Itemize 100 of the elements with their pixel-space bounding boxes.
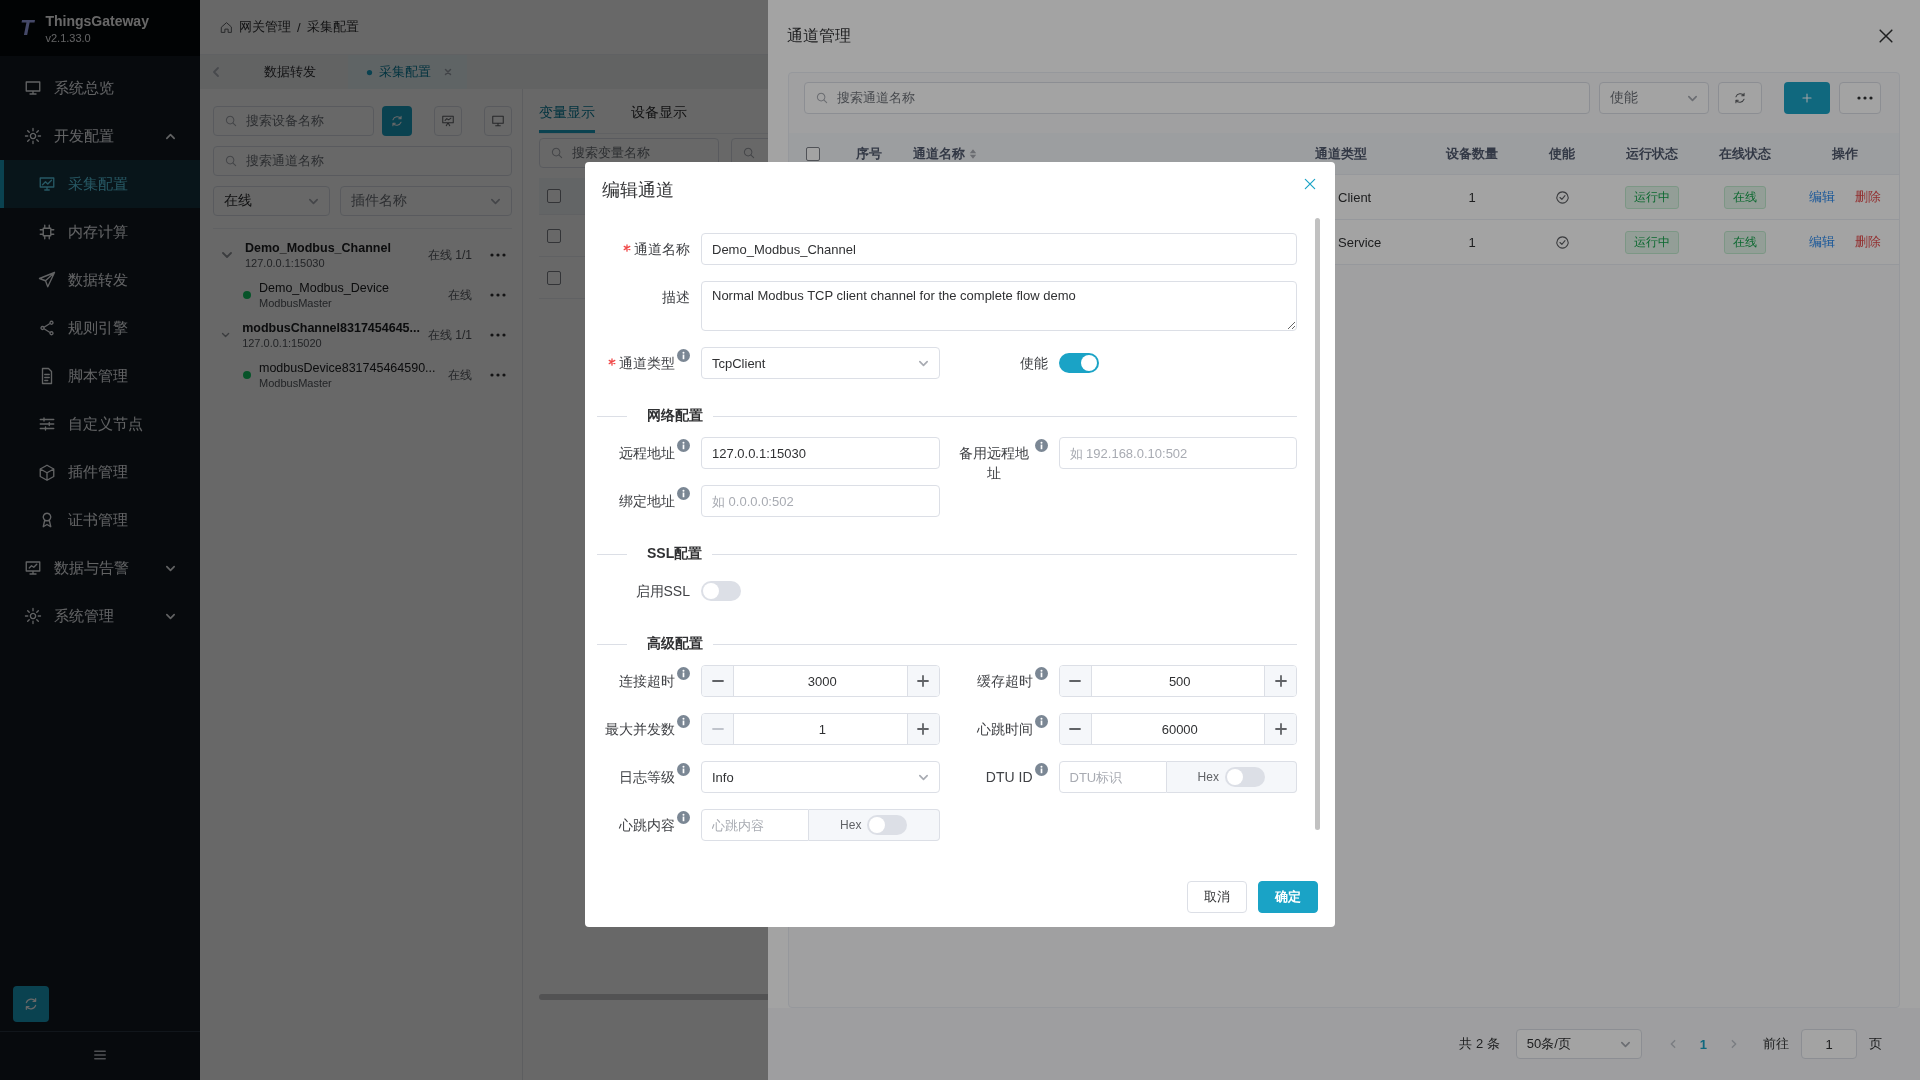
plus-icon [917, 675, 929, 687]
refresh-button[interactable] [1718, 82, 1762, 114]
monitor-icon [24, 559, 42, 577]
refresh-icon [390, 114, 405, 128]
device-item[interactable]: Demo_Modbus_Device ModbusMaster 在线 [213, 275, 512, 315]
gear-icon [24, 607, 42, 625]
page-tab[interactable]: 数据转发 [232, 55, 348, 89]
page-input[interactable]: 1 [1801, 1029, 1857, 1059]
delete-link[interactable]: 删除 [1855, 188, 1881, 206]
home-icon[interactable] [220, 20, 233, 34]
search-icon [815, 91, 829, 105]
sidebar-item[interactable]: 证书管理 [0, 496, 200, 544]
refresh-button[interactable] [382, 106, 413, 136]
more-icon[interactable] [490, 373, 506, 377]
toggle-switch[interactable] [1224, 767, 1265, 787]
page-size-select[interactable]: 50条/页 [1515, 1029, 1642, 1059]
number-stepper[interactable]: 500 [1058, 665, 1297, 697]
sidebar-item[interactable]: 数据与告警 [0, 544, 200, 592]
more-icon[interactable] [490, 333, 506, 337]
more-button[interactable] [1839, 82, 1881, 114]
text-field[interactable]: 127.0.0.1:15030 [701, 437, 940, 469]
channel-name: modbusChannel8317454645... [242, 321, 420, 335]
channel-item[interactable]: modbusChannel8317454645... 127.0.0.1:15020 在线 1/1 [213, 315, 512, 355]
checkbox[interactable] [547, 270, 561, 285]
info-icon[interactable] [677, 349, 690, 362]
text-field[interactable]: DTU标识 [1058, 761, 1167, 793]
chevron-down-icon[interactable] [221, 249, 233, 261]
select-field[interactable]: TcpClient [701, 347, 940, 379]
refresh-button[interactable] [13, 986, 49, 1022]
info-icon[interactable] [677, 667, 690, 680]
info-icon[interactable] [1034, 439, 1048, 452]
info-icon[interactable] [1034, 667, 1048, 680]
text-field[interactable]: 心跳内容 [701, 809, 809, 841]
checkbox[interactable] [547, 228, 561, 243]
field-label: 描述 [662, 288, 690, 307]
channel-address: 127.0.0.1:15020 [242, 337, 323, 349]
number-stepper[interactable]: 60000 [1058, 713, 1297, 745]
panel-tab[interactable]: 设备显示 [631, 89, 687, 133]
icon-button[interactable] [484, 106, 512, 136]
delete-link[interactable]: 删除 [1855, 233, 1881, 251]
sidebar-item[interactable]: 自定义节点 [0, 400, 200, 448]
text-field[interactable]: 如 192.168.0.10:502 [1058, 437, 1297, 469]
sidebar-item[interactable]: 脚本管理 [0, 352, 200, 400]
info-icon[interactable] [677, 811, 690, 824]
info-icon[interactable] [1034, 763, 1048, 776]
sidebar-item[interactable]: 内存计算 [0, 208, 200, 256]
sidebar-item[interactable]: 采集配置 [0, 160, 200, 208]
breadcrumb-item[interactable]: 网关管理 [239, 18, 291, 36]
field-label: 启用SSL [635, 582, 690, 601]
more-icon[interactable] [490, 253, 506, 257]
icon-button[interactable] [434, 106, 463, 136]
checkbox[interactable] [547, 189, 561, 203]
info-icon[interactable] [677, 763, 690, 776]
sidebar-item[interactable]: 数据转发 [0, 256, 200, 304]
sidebar-item[interactable]: 开发配置 [0, 112, 200, 160]
search-field[interactable]: 搜索设备名称 [213, 106, 375, 136]
cancel-button[interactable]: 取消 [1187, 880, 1247, 913]
checkbox[interactable] [806, 146, 820, 161]
sidebar-item[interactable]: 规则引擎 [0, 304, 200, 352]
search-field[interactable]: 搜索通道名称 [213, 146, 512, 176]
edit-link[interactable]: 编辑 [1809, 233, 1835, 251]
enable-select[interactable]: 使能 [1599, 82, 1709, 114]
sidebar-item[interactable]: 系统管理 [0, 592, 200, 640]
close-icon[interactable] [1302, 176, 1318, 192]
confirm-button[interactable]: 确定 [1258, 880, 1318, 913]
goto-label: 前往 [1763, 1035, 1789, 1053]
text-field[interactable]: 如 0.0.0.0:502 [701, 485, 940, 517]
select-field[interactable]: Info [701, 761, 940, 793]
number-stepper[interactable]: 1 [701, 713, 940, 745]
toggle-switch[interactable] [1058, 353, 1099, 373]
sort-icon[interactable] [969, 147, 977, 160]
edit-link[interactable]: 编辑 [1809, 188, 1835, 206]
sidebar-item[interactable]: 系统总览 [0, 64, 200, 112]
share-icon [38, 319, 56, 337]
breadcrumb-item[interactable]: 采集配置 [306, 18, 359, 36]
decrement-button[interactable] [1059, 666, 1092, 696]
decrement-button[interactable] [1059, 714, 1092, 744]
panel-tab[interactable]: 变量显示 [539, 89, 595, 133]
page-number[interactable]: 1 [1699, 1036, 1707, 1052]
info-icon[interactable] [677, 487, 690, 500]
scrollbar[interactable] [1315, 218, 1320, 830]
decrement-button[interactable] [702, 666, 734, 696]
description-field[interactable]: Normal Modbus TCP client channel for the complete flow demo [701, 281, 1297, 331]
text-field[interactable]: Demo_Modbus_Channel [701, 233, 1297, 265]
plugin-select[interactable]: 插件名称 [340, 186, 512, 216]
info-icon[interactable] [677, 715, 690, 728]
toggle-switch[interactable] [867, 815, 908, 835]
more-icon[interactable] [490, 293, 506, 297]
info-icon[interactable] [1034, 715, 1048, 728]
number-stepper[interactable]: 3000 [701, 665, 940, 697]
toggle-switch[interactable] [701, 581, 741, 601]
search-field[interactable]: 搜索通道名称 [804, 82, 1590, 114]
channel-item[interactable]: Demo_Modbus_Channel 127.0.0.1:15030 在线 1/1 [213, 235, 512, 275]
device-item[interactable]: modbusDevice831745464590... ModbusMaster 在线 [213, 355, 512, 395]
device-status: 在线 [448, 366, 472, 384]
page-suffix: 页 [1869, 1035, 1882, 1053]
info-icon[interactable] [677, 439, 690, 452]
sliders-icon [38, 415, 56, 433]
status-select[interactable]: 在线 [213, 186, 330, 216]
sidebar-item[interactable]: 插件管理 [0, 448, 200, 496]
